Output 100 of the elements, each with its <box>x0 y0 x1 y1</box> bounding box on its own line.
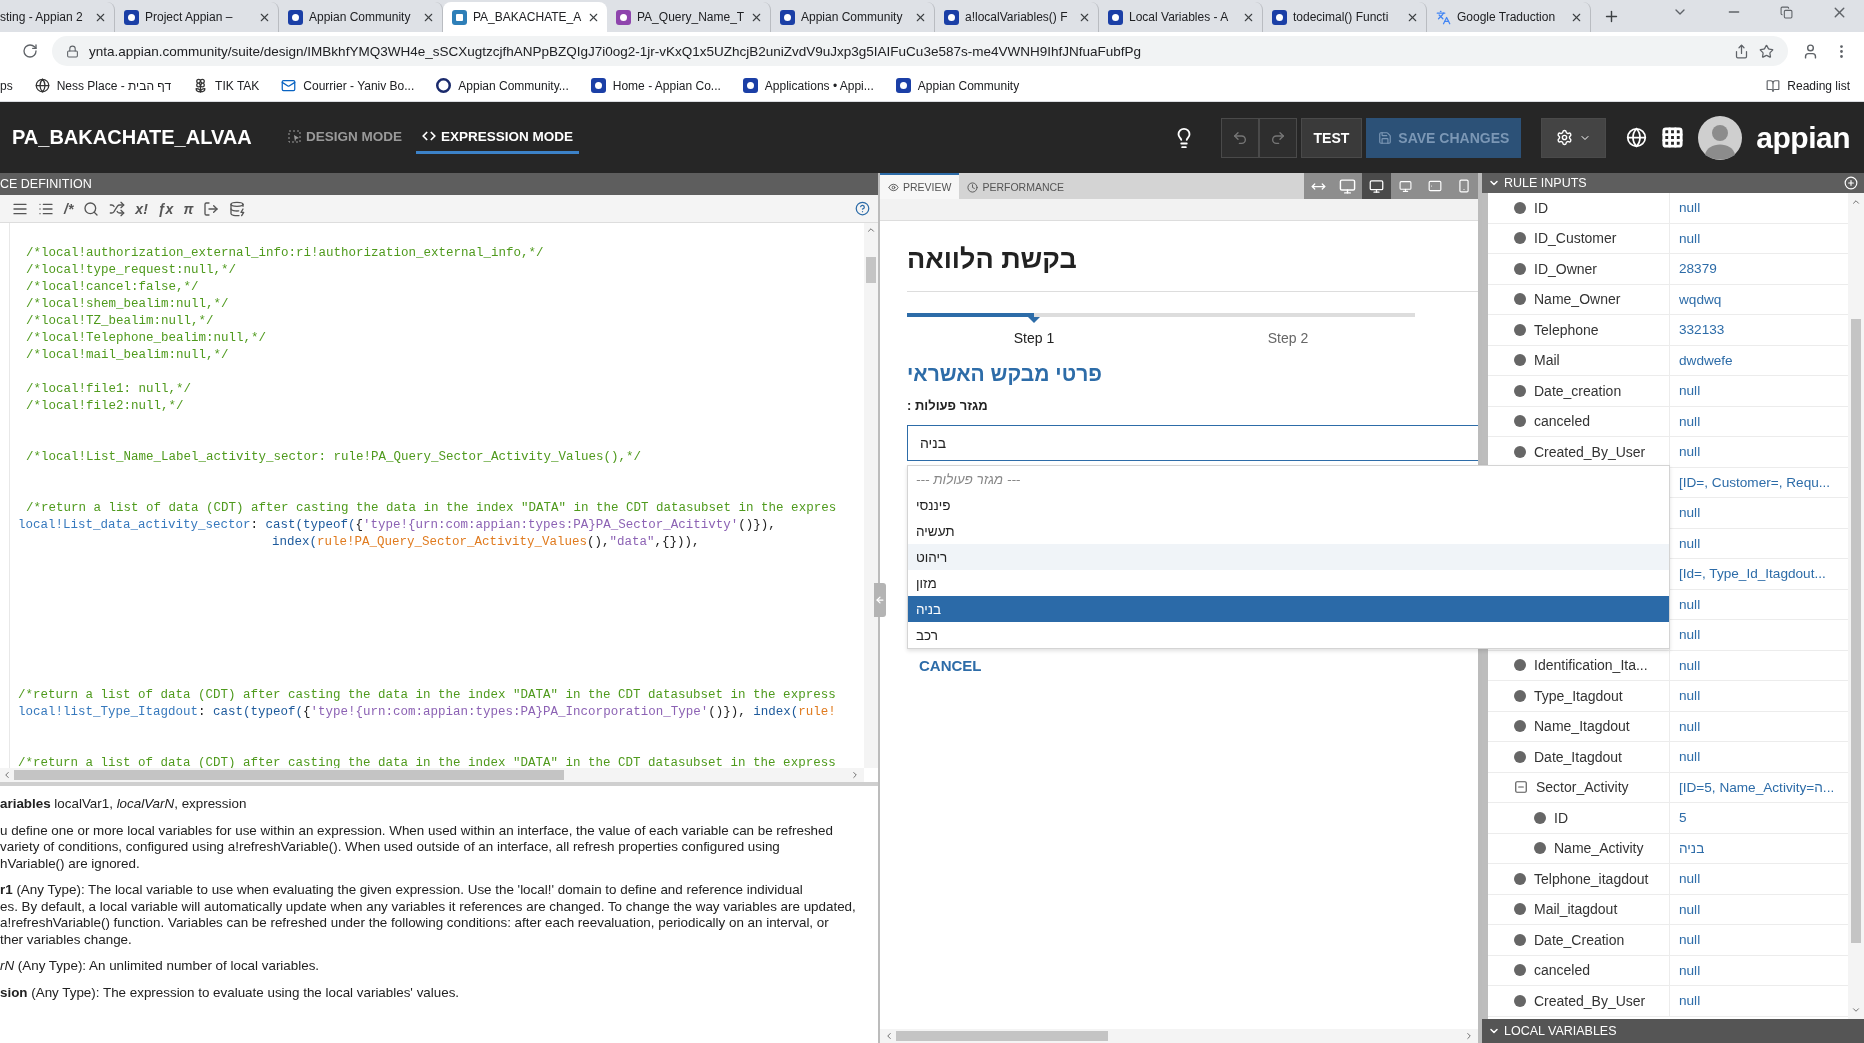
input-value[interactable]: null <box>1679 901 1701 917</box>
bookmark-link[interactable]: Courrier - Yaniv Bo... <box>281 78 415 93</box>
arrow-up-icon[interactable] <box>866 225 876 235</box>
arrow-right-icon[interactable] <box>850 770 860 780</box>
toolbar-glyph-button[interactable]: π <box>183 199 194 218</box>
input-value[interactable]: null <box>1679 444 1701 460</box>
dropdown-option[interactable]: מזון <box>908 570 1669 596</box>
input-value[interactable]: [ID=5, Name_Activity=ה... <box>1679 779 1835 795</box>
input-value[interactable]: null <box>1679 596 1701 612</box>
input-value[interactable]: [Id=, Type_Id_Itagdout... <box>1679 566 1826 582</box>
input-value[interactable]: null <box>1679 688 1701 704</box>
new-tab-icon[interactable] <box>1603 8 1620 25</box>
dropdown-option[interactable]: תעשיה <box>908 518 1669 544</box>
phone-icon[interactable] <box>1456 179 1471 193</box>
bookmark-link[interactable]: Ness Place - דף הבית <box>34 78 172 93</box>
settings-button[interactable] <box>1541 117 1607 158</box>
bookmark-link[interactable]: Home - Appian Co... <box>590 78 721 93</box>
input-value[interactable]: null <box>1679 200 1701 216</box>
bookmark-link[interactable]: ps <box>0 78 13 93</box>
dropdown-option[interactable]: בניה <box>908 596 1669 622</box>
shuffle-icon[interactable] <box>109 200 126 217</box>
input-value[interactable]: בניה <box>1679 840 1705 856</box>
star-icon[interactable] <box>1759 43 1774 59</box>
help-icon[interactable] <box>855 201 870 216</box>
globe-search-icon[interactable] <box>1626 127 1648 148</box>
monitor-icon[interactable] <box>1369 178 1384 194</box>
scrollbar-thumb[interactable] <box>1851 319 1861 943</box>
input-value[interactable]: null <box>1679 230 1701 246</box>
arrow-down-icon[interactable] <box>1851 1005 1861 1015</box>
collapse-handle[interactable] <box>874 583 886 617</box>
restore-icon[interactable] <box>1780 5 1793 19</box>
toolbar-glyph-button[interactable]: x! <box>135 199 148 218</box>
interface-title: PA_BAKACHATE_ALVAA <box>12 126 253 149</box>
book-icon[interactable] <box>1766 78 1781 93</box>
arrow-up-icon[interactable] <box>1851 197 1861 207</box>
input-value[interactable]: null <box>1679 627 1701 643</box>
dropdown-option[interactable]: פיננסי <box>908 492 1669 518</box>
toolbar-glyph-button[interactable]: ƒx <box>157 199 174 218</box>
address-field[interactable]: ynta.appian.community/suite/design/IMBkhfYMQ3WH4e_sSCXugtzcjfhANPpBZQIgJ7i0og2-1jr-vKxQ1x5UZhcjB2uniZvdV9uJxp3g5IAIFuCu3e587s-me4VWNH9IhfJNfuaFubfPg <box>52 36 1788 66</box>
test-button[interactable]: TEST <box>1300 117 1363 158</box>
input-value[interactable]: [ID=, Customer=, Requ... <box>1679 474 1831 490</box>
scrollbar-thumb[interactable] <box>14 770 564 780</box>
mode-tab[interactable]: DESIGN MODE <box>282 121 408 154</box>
dropdown-option[interactable]: ריהוט <box>908 544 1669 570</box>
undo-button[interactable] <box>1220 117 1259 158</box>
browser-tab[interactable]: PA_BAKACHATE_A <box>443 2 607 32</box>
reload-icon[interactable] <box>22 43 38 59</box>
scrollbar[interactable] <box>1848 193 1864 1019</box>
dropdown-option[interactable]: רכב <box>908 622 1669 648</box>
search-icon[interactable] <box>83 200 100 217</box>
profile-icon[interactable] <box>1802 42 1819 60</box>
input-value[interactable]: 332133 <box>1679 322 1725 338</box>
arrow-left-icon[interactable] <box>884 1031 894 1041</box>
input-value[interactable]: null <box>1679 535 1701 551</box>
toolbar-glyph-button[interactable]: /* <box>64 199 74 218</box>
cancel-link[interactable]: CANCEL <box>919 657 982 674</box>
input-value[interactable]: 28379 <box>1679 261 1717 277</box>
preview-tab[interactable]: PERFORMANCE <box>959 173 1073 199</box>
mode-tab[interactable]: EXPRESSION MODE <box>416 121 580 154</box>
scrollbar-thumb[interactable] <box>866 257 876 283</box>
scrollbar[interactable] <box>880 1029 1478 1043</box>
step-label[interactable]: Step 1 <box>907 328 1161 348</box>
scrollbar-thumb[interactable] <box>896 1031 1108 1041</box>
input-value[interactable]: null <box>1679 383 1701 399</box>
arrow-left-icon[interactable] <box>2 770 12 780</box>
input-value[interactable]: null <box>1679 657 1701 673</box>
input-value[interactable]: null <box>1679 932 1701 948</box>
arrow-right-icon[interactable] <box>1464 1031 1474 1041</box>
bookmark-link[interactable]: Applications • Appi... <box>742 78 874 93</box>
code-token: /*return a list of data (CDT) after casting the data in the index "DATA" in the CDT datasubset in the express <box>18 688 836 702</box>
bookmark-link[interactable]: Appian Community <box>895 78 1020 93</box>
input-value[interactable]: null <box>1679 749 1701 765</box>
input-value[interactable]: null <box>1679 413 1701 429</box>
device-button[interactable] <box>1362 173 1391 199</box>
tablet-icon[interactable] <box>1427 179 1442 193</box>
input-value[interactable]: null <box>1679 871 1701 887</box>
scrollbar[interactable] <box>864 223 878 768</box>
bookmark-link[interactable]: Appian Community... <box>436 78 569 93</box>
scrollbar[interactable] <box>0 768 864 782</box>
export-icon[interactable] <box>203 200 220 217</box>
input-value[interactable]: null <box>1679 505 1701 521</box>
add-icon[interactable] <box>1844 176 1858 190</box>
share-icon[interactable] <box>1734 43 1749 59</box>
input-value[interactable]: 5 <box>1679 810 1687 826</box>
collapse-icon[interactable] <box>1514 780 1528 795</box>
preview-tab[interactable]: PREVIEW <box>880 173 960 199</box>
redo-button[interactable] <box>1258 117 1297 158</box>
database-icon[interactable] <box>229 200 246 217</box>
apps-grid-icon[interactable] <box>1661 126 1685 149</box>
dropdown-option[interactable]: --- מגזר פעולות --- <box>908 466 1669 492</box>
input-value[interactable]: null <box>1679 993 1701 1009</box>
bookmark-link[interactable]: TIK TAK <box>193 78 260 93</box>
input-value[interactable]: null <box>1679 718 1701 734</box>
dropdown-field[interactable]: בניה <box>907 425 1478 461</box>
avatar-icon[interactable] <box>1698 115 1743 160</box>
step-label[interactable]: Step 2 <box>1161 328 1415 348</box>
input-value[interactable]: dwdwefe <box>1679 352 1733 368</box>
input-value[interactable]: wqdwq <box>1679 291 1722 307</box>
reading-list-button[interactable]: Reading list <box>1766 78 1850 93</box>
input-value[interactable]: null <box>1679 962 1701 978</box>
